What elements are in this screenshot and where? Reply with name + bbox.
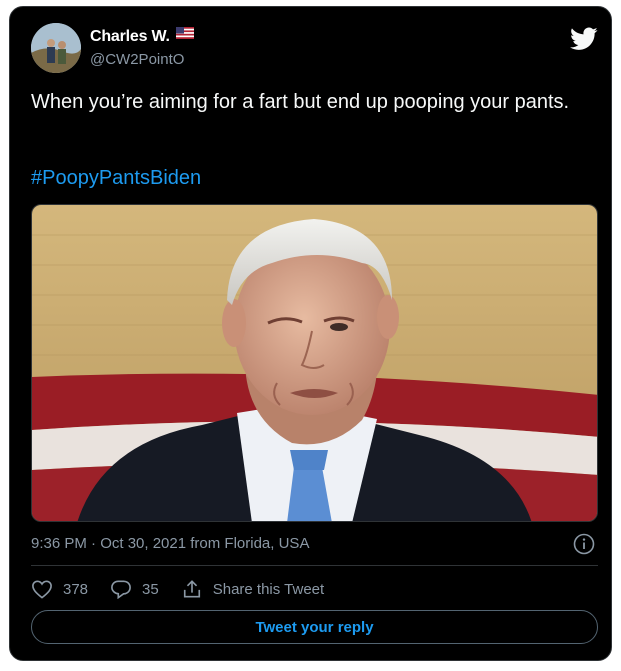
heart-icon (32, 580, 52, 599)
tweet-your-reply-label: Tweet your reply (255, 618, 374, 636)
author-handle[interactable]: @CW2PointO (90, 51, 184, 68)
tweet-your-reply-button[interactable]: Tweet your reply (31, 610, 598, 644)
reply-count: 35 (142, 580, 159, 598)
hashtag-link[interactable]: #PoopyPantsBiden (31, 167, 201, 190)
divider (31, 565, 598, 566)
author-avatar[interactable] (31, 23, 81, 73)
tweet-timestamp-location[interactable]: 9:36 PM · Oct 30, 2021 from Florida, USA (31, 535, 309, 552)
tweet-card: Charles W. @CW2PointO When you’re aiming… (9, 6, 612, 661)
share-button[interactable]: Share this Tweet (181, 579, 324, 599)
info-icon[interactable] (573, 533, 595, 560)
like-button[interactable]: 378 (31, 579, 88, 599)
twitter-bird-icon[interactable] (570, 27, 598, 56)
share-label: Share this Tweet (212, 580, 325, 598)
author-name-text[interactable]: Charles W. (90, 28, 170, 45)
tweet-photo[interactable] (31, 204, 598, 522)
tweet-photo-image (32, 205, 597, 521)
reply-bubble-icon (111, 580, 131, 599)
tweet-text: When you’re aiming for a fart but end up… (31, 91, 570, 113)
tweet-actions: 378 35 Share this Tweet (31, 577, 346, 601)
share-icon (183, 580, 200, 598)
like-count: 378 (63, 580, 89, 598)
reply-button[interactable]: 35 (110, 579, 159, 599)
us-flag-icon (175, 26, 194, 44)
author-name[interactable]: Charles W. (90, 26, 194, 46)
